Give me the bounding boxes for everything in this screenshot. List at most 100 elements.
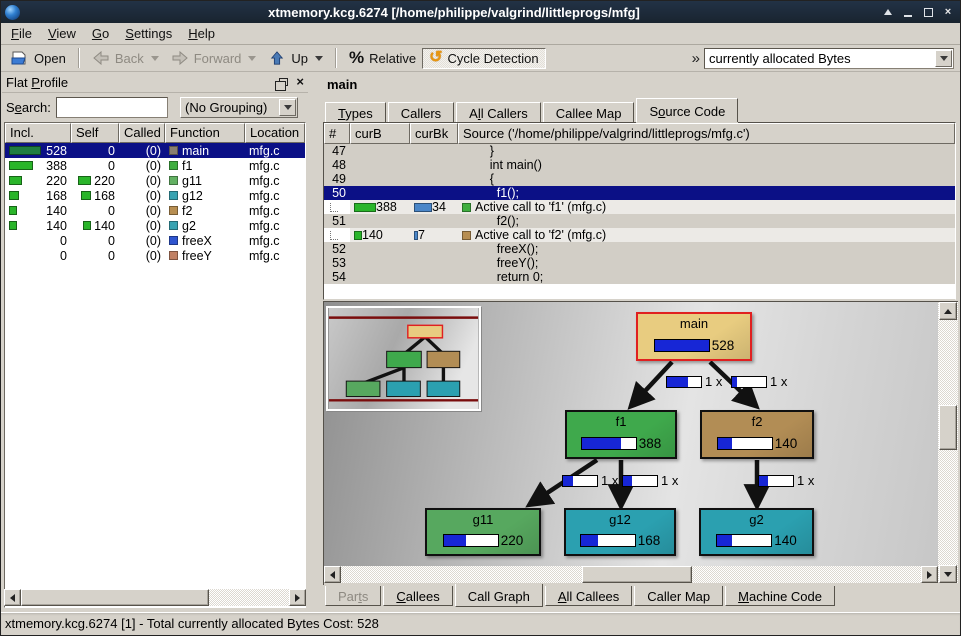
up-dropdown-icon[interactable] [315, 56, 323, 61]
maximize-button[interactable] [922, 6, 934, 18]
cycle-detection-button[interactable]: ↺ Cycle Detection [422, 48, 545, 69]
flat-profile-hscrollbar[interactable] [4, 589, 306, 606]
column-header-self[interactable]: Self [71, 123, 119, 143]
node-label: f1 [616, 415, 627, 428]
relative-button[interactable]: % Relative [343, 46, 422, 70]
dock-header[interactable]: Flat Profile × [2, 72, 308, 93]
tab-caller-map[interactable]: Caller Map [634, 586, 723, 606]
tab-machine-code[interactable]: Machine Code [725, 586, 835, 606]
flat-profile-row-main[interactable]: 5280(0)mainmfg.c [5, 143, 305, 158]
shade-button[interactable] [882, 6, 894, 18]
source-column-header-source[interactable]: Source ('/home/philippe/valgrind/littlep… [458, 123, 955, 144]
tab-source-code[interactable]: Source Code [636, 98, 738, 122]
scrollbar-thumb[interactable] [582, 566, 692, 583]
scrollbar-thumb[interactable] [939, 405, 957, 450]
toolbar-overflow-icon[interactable]: » [688, 50, 704, 67]
menu-go[interactable]: Go [84, 24, 117, 43]
scroll-right-icon[interactable] [289, 589, 306, 606]
flat-profile-row-freeY[interactable]: 00(0)freeYmfg.c [5, 248, 305, 263]
search-input[interactable] [56, 97, 168, 118]
source-code-row[interactable]: 50 f1(); [324, 186, 955, 200]
source-code-row[interactable]: 51 f2(); [324, 214, 955, 228]
source-call-row[interactable]: 38834Active call to 'f1' (mfg.c) [324, 200, 955, 214]
graph-node-f2[interactable]: f2 140 [700, 410, 814, 459]
tab-callees[interactable]: Callees [383, 586, 452, 606]
flat-profile-row-g12[interactable]: 168168(0)g12mfg.c [5, 188, 305, 203]
flat-profile-row-freeX[interactable]: 00(0)freeXmfg.c [5, 233, 305, 248]
source-code-row[interactable]: 48 int main() [324, 158, 955, 172]
forward-dropdown-icon[interactable] [248, 56, 256, 61]
graph-node-g2[interactable]: g2 140 [699, 508, 814, 556]
curbk-cell: 34 [410, 200, 458, 214]
forward-button[interactable]: Forward [165, 49, 263, 68]
node-label: main [680, 317, 708, 330]
minimize-button[interactable] [902, 6, 914, 18]
source-code-row[interactable]: 47 } [324, 144, 955, 158]
graph-node-g11[interactable]: g11 220 [425, 508, 541, 556]
curbk-cell [410, 172, 458, 186]
tab-types[interactable]: Types [325, 102, 386, 122]
menu-file[interactable]: File [3, 24, 40, 43]
cost-bar [654, 339, 710, 352]
scroll-up-icon[interactable] [939, 302, 957, 320]
function-color-icon [169, 206, 178, 215]
dock-close-icon[interactable]: × [296, 77, 304, 87]
event-type-select[interactable]: currently allocated Bytes [704, 48, 954, 69]
title-bar[interactable]: xtmemory.kcg.6274 [/home/philippe/valgri… [1, 1, 960, 23]
graph-hscrollbar[interactable] [324, 566, 938, 583]
tab-all-callers[interactable]: All Callers [456, 102, 541, 122]
panel-splitter[interactable] [308, 72, 323, 612]
tab-callee-map[interactable]: Callee Map [543, 102, 635, 122]
curbk-cell [410, 144, 458, 158]
self-value: 168 [81, 189, 115, 203]
scroll-left-icon[interactable] [324, 566, 341, 583]
source-column-header-curbk[interactable]: curBk [410, 123, 458, 144]
column-header-function[interactable]: Function [165, 123, 245, 143]
back-button[interactable]: Back [86, 49, 165, 68]
scrollbar-thumb[interactable] [21, 589, 209, 606]
column-header-called[interactable]: Called [119, 123, 165, 143]
tab-all-callees[interactable]: All Callees [545, 586, 632, 606]
combo-arrow-icon[interactable] [935, 50, 952, 67]
scroll-right-icon[interactable] [921, 566, 938, 583]
node-label: g12 [609, 513, 631, 526]
back-dropdown-icon[interactable] [151, 56, 159, 61]
source-call-row[interactable]: 1407Active call to 'f2' (mfg.c) [324, 228, 955, 242]
tab-parts[interactable]: Parts [325, 586, 381, 606]
column-header-incl-[interactable]: Incl. [5, 123, 71, 143]
source-column-header-curb[interactable]: curB [350, 123, 410, 144]
menu-settings[interactable]: Settings [117, 24, 180, 43]
incl-cell: 388 [5, 158, 71, 173]
call-graph-canvas[interactable]: main 528 f1 388 f2 140 g11 220 g12 168 g… [324, 302, 938, 566]
curbk-cell: 7 [410, 228, 458, 242]
flat-profile-row-g11[interactable]: 220220(0)g11mfg.c [5, 173, 305, 188]
dock-float-icon[interactable] [279, 78, 288, 86]
scroll-left-icon[interactable] [4, 589, 21, 606]
self-value: 140 [83, 219, 115, 233]
menu-view[interactable]: View [40, 24, 84, 43]
tab-call-graph[interactable]: Call Graph [455, 584, 543, 607]
up-button[interactable]: Up [262, 49, 329, 68]
graph-node-g12[interactable]: g12 168 [564, 508, 676, 556]
source-code-row[interactable]: 49 { [324, 172, 955, 186]
graph-node-main[interactable]: main 528 [636, 312, 752, 361]
edge-label-f1-g12: 1 x [622, 473, 678, 488]
function-color-icon [169, 161, 178, 170]
column-header-location[interactable]: Location [245, 123, 305, 143]
graph-node-f1[interactable]: f1 388 [565, 410, 677, 459]
source-code-row[interactable]: 53 freeY(); [324, 256, 955, 270]
source-column-header--[interactable]: # [324, 123, 350, 144]
menu-help[interactable]: Help [180, 24, 223, 43]
flat-profile-row-f2[interactable]: 1400(0)f2mfg.c [5, 203, 305, 218]
open-button[interactable]: Open [5, 49, 72, 68]
grouping-select[interactable]: (No Grouping) [180, 97, 298, 118]
source-code-row[interactable]: 54 return 0; [324, 270, 955, 284]
tab-callers[interactable]: Callers [388, 102, 454, 122]
close-button[interactable]: × [942, 6, 954, 18]
flat-profile-row-f1[interactable]: 3880(0)f1mfg.c [5, 158, 305, 173]
flat-profile-row-g2[interactable]: 140140(0)g2mfg.c [5, 218, 305, 233]
scroll-down-icon[interactable] [939, 565, 957, 583]
graph-vscrollbar[interactable] [938, 302, 958, 583]
combo-arrow-icon[interactable] [279, 99, 296, 116]
source-code-row[interactable]: 52 freeX(); [324, 242, 955, 256]
